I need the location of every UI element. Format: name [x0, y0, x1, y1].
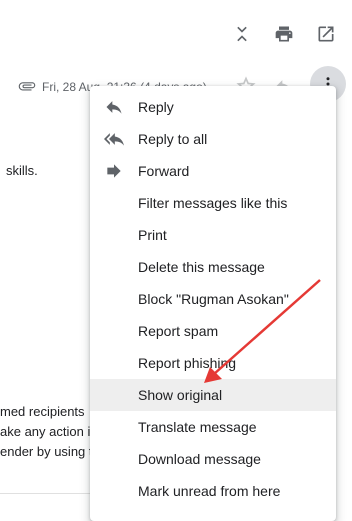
menu-item-show-original[interactable]: Show original [90, 379, 336, 411]
attachment-icon [18, 77, 36, 98]
reply-icon [90, 97, 138, 117]
top-toolbar [230, 22, 338, 46]
reply-all-icon [90, 129, 138, 149]
menu-item-mark-unread[interactable]: Mark unread from here [90, 475, 336, 507]
menu-item-label: Filter messages like this [138, 195, 288, 211]
menu-item-label: Mark unread from here [138, 483, 281, 499]
menu-item-label: Reply [138, 99, 174, 115]
body-text-line: skills. [6, 163, 38, 178]
menu-item-report-spam[interactable]: Report spam [90, 315, 336, 347]
forward-icon [90, 161, 138, 181]
menu-item-reply[interactable]: Reply [90, 91, 336, 123]
menu-item-block-sender[interactable]: Block "Rugman Asokan" [90, 283, 336, 315]
menu-item-label: Print [138, 227, 167, 243]
menu-item-download[interactable]: Download message [90, 443, 336, 475]
body-text-line: ender by using th [0, 444, 100, 459]
body-text-line: med recipients [0, 404, 85, 419]
message-options-menu: Reply Reply to all Forward Filter messag… [90, 86, 336, 521]
menu-item-label: Show original [138, 387, 223, 403]
open-in-new-window-icon[interactable] [314, 22, 338, 46]
menu-item-reply-all[interactable]: Reply to all [90, 123, 336, 155]
collapse-icon[interactable] [230, 22, 254, 46]
body-text-line: ake any action in [0, 424, 98, 439]
menu-item-label: Report spam [138, 323, 219, 339]
menu-item-label: Forward [138, 163, 190, 179]
menu-item-label: Reply to all [138, 131, 208, 147]
print-icon[interactable] [272, 22, 296, 46]
menu-item-forward[interactable]: Forward [90, 155, 336, 187]
menu-item-delete[interactable]: Delete this message [90, 251, 336, 283]
menu-item-filter-messages[interactable]: Filter messages like this [90, 187, 336, 219]
menu-item-report-phishing[interactable]: Report phishing [90, 347, 336, 379]
menu-item-label: Delete this message [138, 259, 265, 275]
menu-item-print[interactable]: Print [90, 219, 336, 251]
menu-item-translate[interactable]: Translate message [90, 411, 336, 443]
menu-item-label: Download message [138, 451, 261, 467]
menu-item-label: Report phishing [138, 355, 237, 371]
menu-item-label: Translate message [138, 419, 257, 435]
menu-item-label: Block "Rugman Asokan" [138, 291, 289, 307]
